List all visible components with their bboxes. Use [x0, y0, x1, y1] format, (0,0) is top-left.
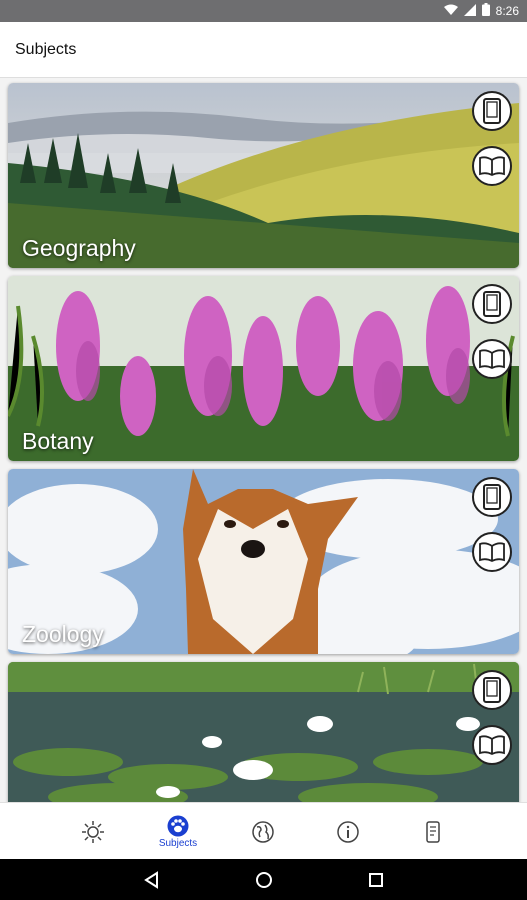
- back-button[interactable]: [140, 869, 162, 891]
- nav-item-device[interactable]: [390, 803, 476, 860]
- battery-icon: [481, 3, 490, 19]
- subject-card-zoology[interactable]: Zoology: [8, 469, 519, 654]
- sun-icon: [82, 820, 104, 843]
- phone-button[interactable]: [472, 284, 512, 324]
- subject-card-geography[interactable]: Geography: [8, 83, 519, 268]
- book-icon: [479, 349, 505, 369]
- recents-icon: [369, 873, 383, 887]
- info-icon: [337, 820, 359, 843]
- book-icon: [479, 542, 505, 562]
- subject-card-botany[interactable]: Botany: [8, 276, 519, 461]
- phone-icon: [483, 677, 501, 703]
- subject-card-4[interactable]: [8, 662, 519, 802]
- subject-card-label: Zoology: [22, 621, 104, 647]
- phone-icon: [483, 484, 501, 510]
- nav-item-subjects[interactable]: Subjects: [135, 803, 221, 860]
- phone-button[interactable]: [472, 477, 512, 517]
- home-icon: [256, 872, 272, 888]
- bottom-nav: Subjects: [0, 802, 527, 859]
- book-icon: [479, 156, 505, 176]
- phone-button[interactable]: [472, 670, 512, 710]
- book-button[interactable]: [472, 532, 512, 572]
- subject-list: Geography Botany Zoology: [0, 78, 527, 802]
- book-button[interactable]: [472, 339, 512, 379]
- globe-icon: [252, 820, 274, 843]
- back-icon: [144, 871, 158, 889]
- status-time: 8:26: [495, 4, 519, 18]
- phone-icon: [483, 98, 501, 124]
- nav-item-sun[interactable]: [50, 803, 136, 860]
- wifi-icon: [443, 4, 458, 19]
- pond-image: [8, 662, 519, 802]
- app-bar: Subjects: [0, 22, 527, 78]
- book-icon: [479, 735, 505, 755]
- book-button[interactable]: [472, 725, 512, 765]
- phone-icon: [483, 291, 501, 317]
- nav-item-globe[interactable]: [220, 803, 306, 860]
- book-button[interactable]: [472, 146, 512, 186]
- subject-card-label: Botany: [22, 428, 94, 454]
- nav-label-subjects: Subjects: [158, 837, 198, 849]
- paw-icon: [167, 815, 189, 836]
- nav-item-info[interactable]: [305, 803, 391, 860]
- recents-button[interactable]: [365, 869, 387, 891]
- status-bar: 8:26: [0, 0, 527, 22]
- system-nav-bar: [0, 859, 527, 900]
- phone-button[interactable]: [472, 91, 512, 131]
- subject-card-label: Geography: [22, 235, 136, 261]
- device-icon: [426, 820, 440, 843]
- signal-icon: [463, 3, 476, 19]
- page-title: Subjects: [15, 41, 77, 58]
- home-button[interactable]: [253, 869, 275, 891]
